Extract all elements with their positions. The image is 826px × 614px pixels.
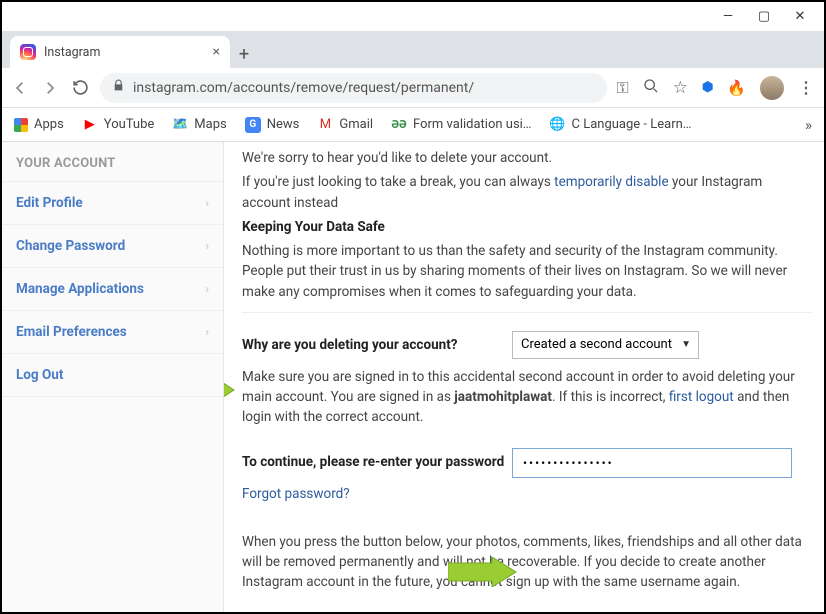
window-close[interactable]: ✕ <box>782 5 818 29</box>
toolbar-right: ⚿ ☆ ⬢ 🔥 ⋮ <box>617 76 816 100</box>
signed-in-text: Make sure you are signed in to this acci… <box>242 367 812 428</box>
password-row: To continue, please re-enter your passwo… <box>242 448 812 478</box>
zoom-icon[interactable] <box>643 78 659 98</box>
tab-title: Instagram <box>44 45 100 60</box>
sidebar-item-manage-applications[interactable]: Manage Applications› <box>2 267 223 310</box>
bookmark-apps[interactable]: Apps <box>14 117 64 132</box>
reason-select[interactable]: Created a second account <box>512 331 699 359</box>
bookmark-maps[interactable]: 🗺️Maps <box>172 117 226 133</box>
instagram-icon <box>20 44 36 60</box>
sidebar-heading: YOUR ACCOUNT <box>2 142 223 181</box>
window-titlebar: — ▢ ✕ <box>2 2 824 32</box>
username-text: jaatmohitplawat <box>454 389 552 405</box>
flame-icon[interactable]: 🔥 <box>727 79 746 97</box>
browser-tab-instagram[interactable]: Instagram × <box>10 36 230 68</box>
chevron-right-icon: › <box>205 325 209 339</box>
chevron-right-icon: › <box>205 239 209 253</box>
bookmark-form-validation[interactable]: ƏƏForm validation usi… <box>391 117 531 133</box>
bookmark-gmail[interactable]: MGmail <box>317 117 373 133</box>
key-icon[interactable]: ⚿ <box>617 78 629 98</box>
window-maximize[interactable]: ▢ <box>746 5 782 29</box>
lock-icon <box>112 79 125 96</box>
reload-button[interactable] <box>70 78 90 98</box>
gfg-icon: ƏƏ <box>391 117 407 133</box>
youtube-icon: ▶ <box>82 117 98 133</box>
kebab-menu-icon[interactable]: ⋮ <box>798 78 816 97</box>
bookmark-news[interactable]: GNews <box>245 117 300 133</box>
sidebar-item-log-out[interactable]: Log Out <box>2 353 223 397</box>
star-icon[interactable]: ☆ <box>673 78 688 98</box>
bookmarks-overflow-icon[interactable]: » <box>805 116 812 134</box>
sidebar-item-change-password[interactable]: Change Password› <box>2 224 223 267</box>
divider <box>242 312 812 313</box>
break-text: If you're just looking to take a break, … <box>242 172 812 213</box>
extension-icon[interactable]: ⬢ <box>702 80 713 95</box>
password-input[interactable] <box>512 448 792 478</box>
sorry-text: We're sorry to hear you'd like to delete… <box>242 148 812 168</box>
bookmarks-bar: Apps ▶YouTube 🗺️Maps GNews MGmail ƏƏForm… <box>2 108 824 142</box>
main-panel: We're sorry to hear you'd like to delete… <box>224 142 824 612</box>
temporarily-disable-link[interactable]: temporarily disable <box>554 174 668 190</box>
chevron-right-icon: › <box>205 196 209 210</box>
back-button[interactable] <box>10 78 30 98</box>
tab-strip: Instagram × + <box>2 32 824 68</box>
address-bar[interactable]: instagram.com/accounts/remove/request/pe… <box>100 73 607 103</box>
sidebar-item-email-preferences[interactable]: Email Preferences› <box>2 310 223 353</box>
tab-close-icon[interactable]: × <box>213 44 220 60</box>
reason-select-wrap: Created a second account <box>512 331 699 359</box>
new-tab-button[interactable]: + <box>230 40 258 68</box>
first-logout-link[interactable]: first logout <box>669 389 734 405</box>
gmail-icon: M <box>317 117 333 133</box>
sidebar-item-edit-profile[interactable]: Edit Profile› <box>2 181 223 224</box>
profile-avatar[interactable] <box>760 76 784 100</box>
account-sidebar: YOUR ACCOUNT Edit Profile› Change Passwo… <box>2 142 224 612</box>
bookmark-c-language[interactable]: 🌐C Language - Learn… <box>550 117 692 133</box>
reason-row: Why are you deleting your account? Creat… <box>242 331 812 359</box>
password-label: To continue, please re-enter your passwo… <box>242 452 512 472</box>
data-safe-text: Nothing is more important to us than the… <box>242 241 812 302</box>
news-icon: G <box>245 117 261 133</box>
annotation-arrow-icon <box>224 377 236 403</box>
why-deleting-label: Why are you deleting your account? <box>242 335 512 355</box>
warning-text: When you press the button below, your ph… <box>242 532 812 593</box>
globe-icon: 🌐 <box>550 117 566 133</box>
browser-toolbar: instagram.com/accounts/remove/request/pe… <box>2 68 824 108</box>
chevron-right-icon: › <box>205 282 209 296</box>
url-text: instagram.com/accounts/remove/request/pe… <box>133 80 595 96</box>
page-content: YOUR ACCOUNT Edit Profile› Change Passwo… <box>2 142 824 612</box>
forward-button[interactable] <box>40 78 60 98</box>
maps-icon: 🗺️ <box>172 117 188 133</box>
bookmark-youtube[interactable]: ▶YouTube <box>82 117 155 133</box>
apps-icon <box>14 118 28 132</box>
forgot-password-link[interactable]: Forgot password? <box>242 486 350 502</box>
keeping-data-safe-heading: Keeping Your Data Safe <box>242 217 812 237</box>
window-minimize[interactable]: — <box>710 5 746 29</box>
